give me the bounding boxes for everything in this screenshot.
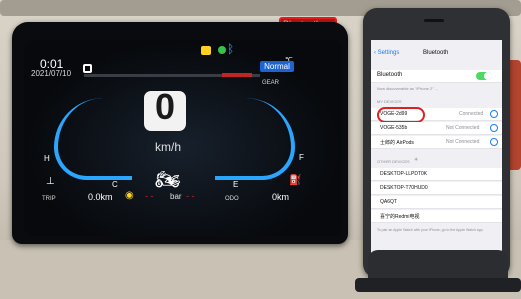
tachometer-redline	[222, 73, 252, 77]
my-devices-header: MY DEVICES	[377, 99, 402, 104]
trip-label: TRIP	[42, 196, 56, 202]
trip-value: 0.0km	[88, 192, 113, 202]
device-status: Connected	[459, 111, 484, 117]
phone-camera	[424, 19, 444, 22]
other-device-name: 喜宁的Redmi电视	[380, 214, 420, 220]
dashboard-date: 2021/07/10	[31, 69, 72, 78]
other-devices-header: OTHER DEVICES	[377, 159, 410, 164]
info-icon[interactable]	[490, 110, 498, 118]
tire-pressure-icon: ◉	[125, 190, 134, 201]
bluetooth-icon: ᛒ	[227, 42, 235, 56]
device-name: 士郎的 AirPods	[380, 140, 414, 146]
info-icon[interactable]	[490, 124, 498, 132]
bluetooth-row-label: Bluetooth	[377, 72, 403, 78]
page-title: Bluetooth	[423, 50, 449, 56]
tachometer-start-marker	[83, 64, 92, 73]
scanning-spinner-icon: ✳	[414, 157, 419, 163]
other-device-name: DESKTOP-LLPDT0K	[380, 171, 428, 177]
motorcycle-icon: 🏍	[155, 169, 181, 191]
riding-mode-badge: Normal	[260, 61, 294, 72]
device-status: Not Connected	[446, 139, 480, 145]
other-device-name: QA6QT	[380, 199, 397, 205]
photo-scene: Bluetooth 0:01 2021/07/10 ᛒ ℃ Normal GEA…	[0, 0, 521, 299]
info-icon[interactable]	[490, 138, 498, 146]
tire-pressure-front: - -	[145, 191, 154, 201]
fuel-empty-label: E	[233, 180, 239, 189]
warning-light-icon	[201, 46, 211, 55]
apple-watch-note: To pair an Apple Watch with your iPhone,…	[377, 228, 484, 232]
odo-value: 0km	[272, 192, 290, 202]
temperature-high-label: H	[44, 154, 50, 163]
tire-pressure-rear: - -	[186, 191, 195, 201]
highlight-annotation	[377, 107, 425, 123]
bluetooth-toggle-knob	[484, 72, 492, 80]
back-button[interactable]: ‹ Settings	[374, 50, 399, 56]
gear-label: GEAR	[262, 80, 280, 86]
other-device-name: DESKTOP-T70HUD0	[380, 185, 428, 191]
coolant-icon: ⊥	[46, 176, 55, 187]
fuel-full-label: F	[299, 153, 304, 162]
tire-pressure-unit: bar	[170, 192, 182, 201]
temperature-cold-label: C	[112, 180, 118, 189]
fuel-pump-icon: ⛽	[289, 175, 302, 186]
phone-stand-base	[355, 278, 521, 292]
odo-label: ODO	[225, 196, 239, 202]
gear-value: 0	[154, 86, 176, 127]
speed-unit: km/h	[155, 140, 182, 154]
device-name: VOGE-535b	[380, 125, 408, 131]
engine-light-icon	[218, 46, 226, 54]
back-button-label: Settings	[377, 50, 400, 56]
discoverable-note: Now discoverable as "iPhone 2" ...	[377, 86, 439, 91]
device-status: Not Connected	[446, 125, 480, 131]
